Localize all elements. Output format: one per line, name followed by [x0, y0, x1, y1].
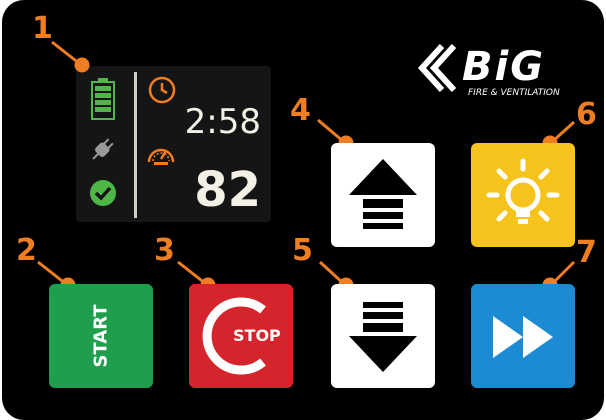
callout-2: 2: [16, 233, 37, 268]
light-button[interactable]: [471, 143, 575, 247]
light-bulb-icon: [486, 158, 560, 224]
fast-forward-icon: [493, 316, 553, 358]
callout-1: 1: [32, 11, 53, 46]
callout-3: 3: [154, 233, 175, 268]
down-arrow-icon: [349, 302, 417, 372]
up-arrow-icon: [349, 159, 417, 229]
callout-4: 4: [290, 93, 311, 128]
stop-button[interactable]: STOP: [189, 284, 293, 388]
fast-forward-button[interactable]: [471, 284, 575, 388]
down-button[interactable]: [331, 284, 435, 388]
callout-7: 7: [576, 235, 597, 270]
callout-5: 5: [292, 233, 313, 268]
start-button[interactable]: START: [49, 284, 153, 388]
up-button[interactable]: [331, 143, 435, 247]
stop-button-label: STOP: [233, 326, 281, 345]
control-panel: BiG FIRE & VENTILATION 2:58 82 1 2 3 4 5…: [2, 0, 604, 420]
start-button-label: START: [90, 304, 112, 368]
callout-6: 6: [576, 97, 597, 132]
